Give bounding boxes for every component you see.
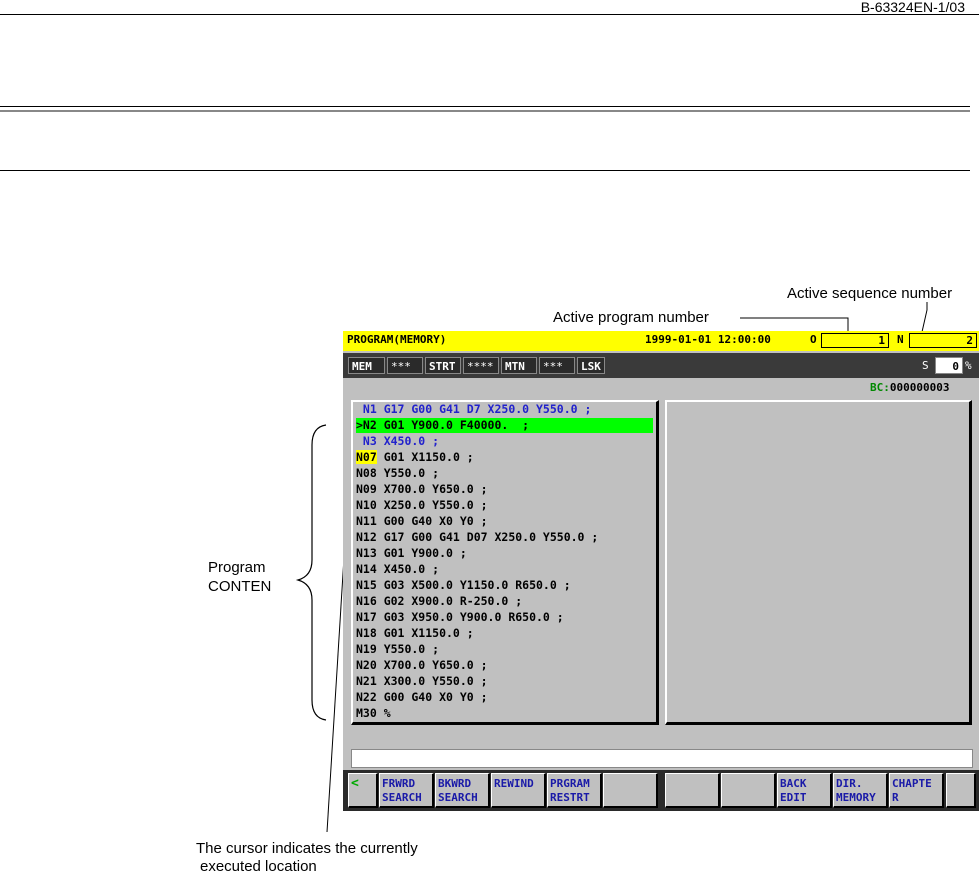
status-lsk: LSK xyxy=(577,357,605,374)
program-line: N22 G00 G40 X0 Y0 ; xyxy=(356,690,488,704)
spindle-unit: % xyxy=(965,359,972,372)
program-brace xyxy=(295,424,327,721)
program-line: N17 G03 X950.0 Y900.0 R650.0 ; xyxy=(356,610,564,624)
program-line: N11 G00 G40 X0 Y0 ; xyxy=(356,514,488,528)
program-line-text: G01 X1150.0 ; xyxy=(376,450,474,464)
title-bar: PROGRAM(MEMORY) 1999-01-01 12:00:00 O 1 … xyxy=(343,331,979,351)
status-field-3: *** xyxy=(539,357,575,374)
key-input-buffer[interactable] xyxy=(351,749,973,768)
program-number-box: 1 xyxy=(821,333,889,348)
status-mtn: MTN xyxy=(501,357,537,374)
o-label: O xyxy=(810,333,817,346)
status-mode: MEM xyxy=(348,357,385,374)
block-counter: BC:000000003 xyxy=(870,381,949,394)
softkey-return[interactable]: < xyxy=(348,773,378,808)
program-line: N20 X700.0 Y650.0 ; xyxy=(356,658,488,672)
sequence-number-highlight: N07 xyxy=(356,450,377,464)
program-line: N08 Y550.0 ; xyxy=(356,466,440,480)
status-strt: STRT xyxy=(425,357,461,374)
softkey-blank-1[interactable] xyxy=(603,773,658,808)
spindle-value: 0 xyxy=(935,357,963,374)
program-line: N18 G01 X1150.0 ; xyxy=(356,626,474,640)
screen-title: PROGRAM(MEMORY) xyxy=(347,333,447,346)
softkey-back-edit[interactable]: BACK EDIT xyxy=(777,773,832,808)
program-line: N09 X700.0 Y650.0 ; xyxy=(356,482,488,496)
softkey-program-restart[interactable]: PRGRAM RESTRT xyxy=(547,773,602,808)
program-line: N14 X450.0 ; xyxy=(356,562,440,576)
program-line: N3 X450.0 ; xyxy=(356,434,440,448)
leader-sequence-number xyxy=(921,302,928,333)
program-line: N21 X300.0 Y550.0 ; xyxy=(356,674,488,688)
program-line: M30 % xyxy=(356,706,391,720)
sequence-number-box: 2 xyxy=(909,333,977,348)
softkey-blank-2[interactable] xyxy=(665,773,720,808)
softkey-backward-search[interactable]: BKWRD SEARCH xyxy=(435,773,490,808)
datetime: 1999-01-01 12:00:00 xyxy=(645,333,771,346)
program-line: N15 G03 X500.0 Y1150.0 R650.0 ; xyxy=(356,578,571,592)
softkey-next[interactable] xyxy=(946,773,976,808)
softkey-blank-3[interactable] xyxy=(721,773,776,808)
cursor-line[interactable]: >N2 G01 Y900.0 F40000. ; xyxy=(356,418,653,433)
program-line: N12 G17 G00 G41 D07 X250.0 Y550.0 ; xyxy=(356,530,599,544)
status-bar: MEM *** STRT **** MTN *** LSK S 0 % xyxy=(343,353,979,378)
status-field-1: *** xyxy=(387,357,423,374)
program-line: N1 G17 G00 G41 D7 X250.0 Y550.0 ; xyxy=(356,402,592,416)
softkey-bar: < FRWRD SEARCH BKWRD SEARCH REWIND PRGRA… xyxy=(343,770,979,811)
softkey-forward-search[interactable]: FRWRD SEARCH xyxy=(379,773,434,808)
program-line: N07 G01 X1150.0 ; xyxy=(356,450,474,465)
program-line: N10 X250.0 Y550.0 ; xyxy=(356,498,488,512)
bc-label: BC: xyxy=(870,381,890,394)
softkey-chapter[interactable]: CHAPTE R xyxy=(889,773,944,808)
n-label: N xyxy=(897,333,904,346)
program-line: N19 Y550.0 ; xyxy=(356,642,440,656)
softkey-rewind[interactable]: REWIND xyxy=(491,773,546,808)
softkey-directory-memory[interactable]: DIR. MEMORY xyxy=(833,773,888,808)
status-field-2: **** xyxy=(463,357,499,374)
spindle-label: S xyxy=(922,359,929,372)
leader-program-number xyxy=(740,317,849,332)
program-line: N13 G01 Y900.0 ; xyxy=(356,546,467,560)
bc-value: 000000003 xyxy=(889,381,950,394)
program-line: N16 G02 X900.0 R-250.0 ; xyxy=(356,594,523,608)
blank-panel xyxy=(665,400,972,725)
